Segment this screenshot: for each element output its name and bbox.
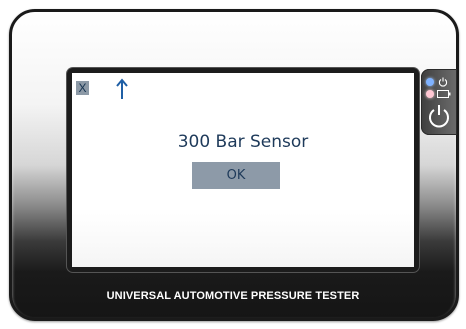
power-status-row — [426, 77, 454, 87]
battery-icon — [437, 90, 451, 98]
status-led — [426, 78, 434, 86]
battery-led — [426, 90, 434, 98]
power-status-icon — [438, 77, 448, 87]
up-arrow-icon[interactable] — [115, 78, 129, 100]
brand-label: UNIVERSAL AUTOMOTIVE PRESSURE TESTER — [106, 290, 360, 302]
up-arrow-icon-svg — [116, 78, 128, 99]
power-button[interactable] — [427, 103, 451, 129]
power-icon — [429, 105, 449, 128]
side-control-panel — [421, 69, 457, 135]
battery-status-row — [426, 89, 454, 99]
close-button[interactable]: X — [76, 81, 89, 95]
display-screen: X 300 Bar Sensor OK — [72, 73, 414, 267]
sensor-message: 300 Bar Sensor — [177, 132, 309, 152]
ok-button[interactable]: OK — [192, 162, 280, 189]
